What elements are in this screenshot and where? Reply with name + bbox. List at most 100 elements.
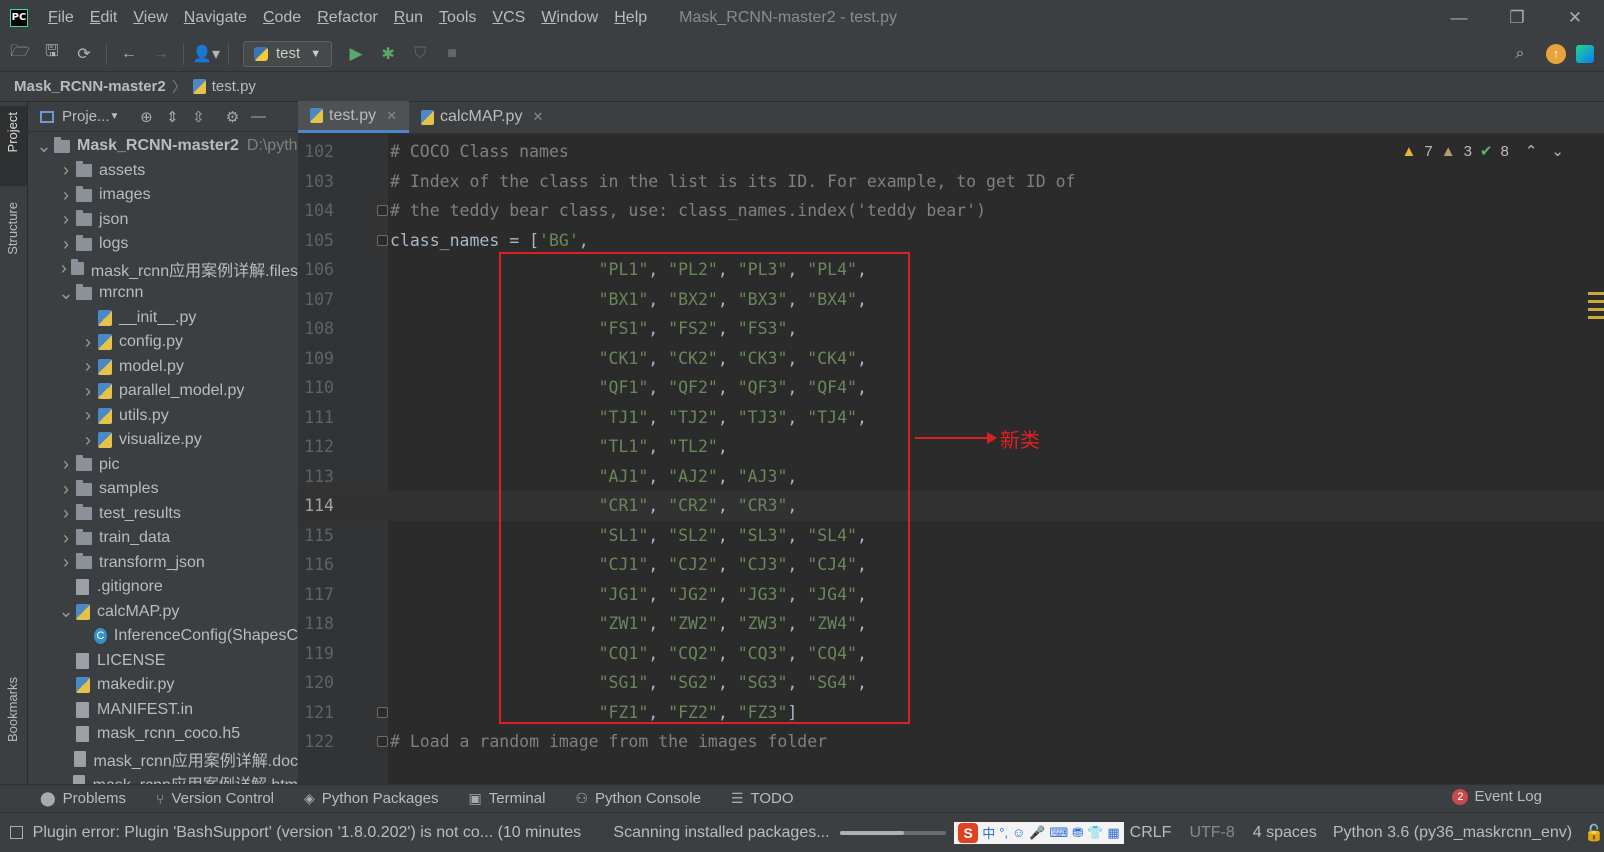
menu-view[interactable]: View: [125, 0, 175, 36]
tool-todo[interactable]: ☰ TODO: [715, 790, 808, 807]
close-icon[interactable]: ✕: [386, 108, 397, 124]
code-line[interactable]: 111 "TJ1", "TJ2", "TJ3", "TJ4",: [298, 403, 1604, 433]
tree-folder[interactable]: › assets: [28, 159, 298, 184]
close-icon[interactable]: ✕: [532, 109, 543, 125]
chevron-right-icon[interactable]: ›: [56, 528, 76, 549]
code-line[interactable]: 104 # the teddy bear class, use: class_na…: [298, 196, 1604, 226]
chevron-right-icon[interactable]: ›: [56, 503, 76, 524]
tool-python-packages[interactable]: ◈ Python Packages: [288, 790, 453, 807]
file-encoding[interactable]: UTF-8: [1189, 824, 1234, 842]
code-line[interactable]: 121 "FZ1", "FZ2", "FZ3"]: [298, 698, 1604, 728]
chevron-down-icon[interactable]: ⌄: [34, 136, 54, 157]
inspection-widget[interactable]: ▲ 7 ▲ 3 ✔ 8 ⌃ ⌄: [1402, 142, 1564, 161]
tree-file[interactable]: MANIFEST.in: [28, 698, 298, 723]
save-all-icon[interactable]: 🖫: [36, 40, 68, 68]
code-line[interactable]: 107 "BX1", "BX2", "BX3", "BX4",: [298, 285, 1604, 315]
tree-file[interactable]: LICENSE: [28, 649, 298, 674]
user-icon[interactable]: 👤▾: [190, 40, 222, 68]
close-icon[interactable]: ✕: [1546, 0, 1604, 36]
code-line[interactable]: 113 "AJ1", "AJ2", "AJ3",: [298, 462, 1604, 492]
forward-arrow-icon[interactable]: →: [145, 40, 177, 68]
tab-test-py[interactable]: test.py ✕: [298, 101, 410, 133]
chevron-right-icon[interactable]: ›: [56, 209, 76, 230]
tree-folder[interactable]: › images: [28, 183, 298, 208]
chevron-right-icon[interactable]: ›: [56, 185, 76, 206]
tree-folder[interactable]: › mask_rcnn应用案例详解.files: [28, 257, 298, 282]
breadcrumb-file[interactable]: test.py: [212, 78, 256, 95]
tree-file[interactable]: › utils.py: [28, 404, 298, 429]
hide-icon[interactable]: —: [245, 108, 271, 125]
status-message[interactable]: Plugin error: Plugin 'BashSupport' (vers…: [33, 824, 586, 842]
chevron-up-icon[interactable]: ⌃: [1525, 142, 1538, 160]
chevron-right-icon[interactable]: ›: [56, 258, 71, 279]
restore-icon[interactable]: ❐: [1488, 0, 1546, 36]
menu-run[interactable]: Run: [386, 0, 431, 36]
tree-file[interactable]: ⌄ calcMAP.py: [28, 600, 298, 625]
python-interpreter[interactable]: Python 3.6 (py36_maskrcnn_env): [1333, 824, 1572, 842]
stop-icon[interactable]: ■: [436, 40, 468, 68]
sync-icon[interactable]: ⟳: [68, 40, 100, 68]
gear-icon[interactable]: ⚙: [219, 108, 245, 126]
menu-edit[interactable]: Edit: [82, 0, 126, 36]
code-line[interactable]: 122 # Load a random image from the images…: [298, 727, 1604, 752]
menu-vcs[interactable]: VCS: [484, 0, 533, 36]
menu-navigate[interactable]: Navigate: [176, 0, 255, 36]
update-icon[interactable]: ↑: [1546, 44, 1566, 64]
tool-problems[interactable]: ⬤ Problems: [0, 790, 140, 807]
minimize-icon[interactable]: —: [1430, 0, 1488, 36]
indent-setting[interactable]: 4 spaces: [1253, 824, 1317, 842]
tree-file[interactable]: .gitignore: [28, 575, 298, 600]
tree-file[interactable]: makedir.py: [28, 673, 298, 698]
code-line[interactable]: 110 "QF1", "QF2", "QF3", "QF4",: [298, 373, 1604, 403]
tree-folder[interactable]: › test_results: [28, 502, 298, 527]
breadcrumb-project[interactable]: Mask_RCNN-master2: [14, 78, 166, 95]
code-line[interactable]: 116 "CJ1", "CJ2", "CJ3", "CJ4",: [298, 550, 1604, 580]
code-line[interactable]: 109 "CK1", "CK2", "CK3", "CK4",: [298, 344, 1604, 374]
chevron-right-icon[interactable]: ›: [78, 381, 98, 402]
code-line[interactable]: 106 "PL1", "PL2", "PL3", "PL4",: [298, 255, 1604, 285]
menu-window[interactable]: Window: [533, 0, 606, 36]
chevron-right-icon[interactable]: ›: [56, 234, 76, 255]
background-task[interactable]: Scanning installed packages...: [613, 824, 829, 842]
chevron-right-icon[interactable]: ›: [78, 356, 98, 377]
chevron-right-icon[interactable]: ›: [56, 479, 76, 500]
fold-marker-icon[interactable]: [377, 736, 388, 747]
chevron-right-icon[interactable]: ›: [56, 552, 76, 573]
tree-folder[interactable]: › samples: [28, 477, 298, 502]
fold-marker-icon[interactable]: [377, 706, 388, 718]
error-stripe[interactable]: [1588, 292, 1604, 324]
menu-refactor[interactable]: Refactor: [309, 0, 385, 36]
tab-calcMAP-py[interactable]: calcMAP.py ✕: [409, 101, 555, 133]
coverage-icon[interactable]: ⛉: [404, 40, 436, 68]
tree-folder[interactable]: › train_data: [28, 526, 298, 551]
tool-terminal[interactable]: ▣ Terminal: [453, 790, 560, 807]
chevron-right-icon[interactable]: ›: [56, 160, 76, 181]
collapse-all-icon[interactable]: ⇳: [185, 108, 211, 126]
debug-icon[interactable]: ✱: [372, 40, 404, 68]
tree-folder[interactable]: ⌄ Mask_RCNN-master2 D:\pyth: [28, 134, 298, 159]
event-log-button[interactable]: 2 Event Log: [1452, 788, 1542, 805]
tool-version-control[interactable]: ⑂ Version Control: [140, 790, 288, 807]
chevron-right-icon[interactable]: ›: [56, 454, 76, 475]
code-line[interactable]: 115 "SL1", "SL2", "SL3", "SL4",: [298, 521, 1604, 551]
tree-folder[interactable]: › logs: [28, 232, 298, 257]
tree-file[interactable]: › visualize.py: [28, 428, 298, 453]
tree-file[interactable]: mask_rcnn_coco.h5: [28, 722, 298, 747]
code-line[interactable]: 105 class_names = ['BG',: [298, 226, 1604, 256]
tree-folder[interactable]: ⌄ mrcnn: [28, 281, 298, 306]
fold-marker-icon[interactable]: [377, 205, 388, 216]
open-folder-icon[interactable]: 🗁: [4, 40, 36, 68]
tree-file[interactable]: C InferenceConfig(ShapesC: [28, 624, 298, 649]
tab-bookmarks[interactable]: Bookmarks: [5, 677, 20, 742]
chevron-right-icon[interactable]: ›: [78, 332, 98, 353]
chevron-right-icon[interactable]: ›: [78, 405, 98, 426]
fold-marker-icon[interactable]: [377, 234, 388, 246]
run-config-select[interactable]: test ▼: [243, 40, 333, 67]
code-line[interactable]: 103 # Index of the class in the list is i…: [298, 167, 1604, 197]
code-line[interactable]: 118 "ZW1", "ZW2", "ZW3", "ZW4",: [298, 609, 1604, 639]
tree-file[interactable]: › config.py: [28, 330, 298, 355]
tree-file[interactable]: __init__.py: [28, 306, 298, 331]
tree-folder[interactable]: › pic: [28, 453, 298, 478]
menu-help[interactable]: Help: [606, 0, 655, 36]
jetbrains-icon[interactable]: [1576, 45, 1594, 63]
